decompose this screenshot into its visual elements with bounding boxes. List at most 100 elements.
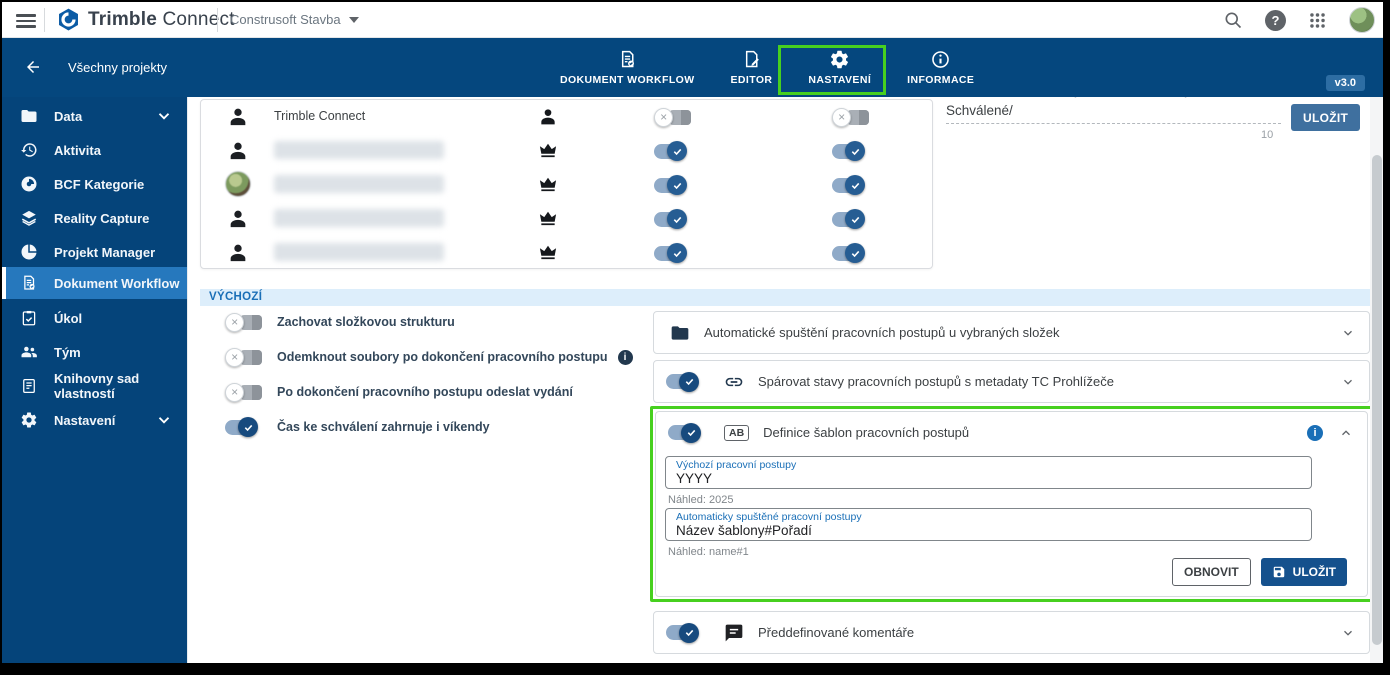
clipboard-check-icon [20,309,38,327]
chevron-down-icon [348,16,359,23]
save-button[interactable]: ULOŽIT [1260,558,1347,586]
comment-icon [724,623,744,643]
char-counter: 10 [1261,129,1274,141]
auto-started-workflows-field[interactable]: Automaticky spuštěné pracovní postupy Ná… [665,508,1312,541]
info-icon [932,51,950,68]
option-label: Zachovat složkovou strukturu [277,315,455,329]
panel-toggle[interactable] [666,371,708,392]
member-toggle-1[interactable] [654,175,696,195]
document-edit-icon [745,50,759,68]
user-role-icon [538,106,558,126]
tab-label: EDITOR [730,74,773,86]
divider [217,8,218,32]
member-toggle-2[interactable] [832,141,874,161]
info-icon[interactable]: i [1307,424,1323,441]
book-icon [20,377,38,395]
help-icon[interactable]: ? [1265,9,1286,31]
chevron-up-icon[interactable] [1339,426,1353,440]
sidebar-item-bcf-kategorie[interactable]: BCF Kategorie [2,168,187,200]
panel-toggle[interactable] [668,422,710,443]
option-toggle[interactable]: × [225,347,267,367]
sidebar-item-reality-capture[interactable]: Reality Capture [2,202,187,234]
project-name: Construsoft Stavba [230,12,341,27]
info-icon[interactable]: i [617,349,633,365]
sidebar-item-tym[interactable]: Tým [2,336,187,368]
member-toggle-1[interactable]: × [654,107,696,127]
option-label: Čas ke schválení zahrnuje i víkendy [277,420,490,434]
approved-folder-label: Složka, do které se ukládají schválené d… [946,97,1286,98]
member-toggle-1[interactable] [654,209,696,229]
tab-nastaveni[interactable]: NASTAVENÍ [790,38,889,97]
table-row [201,134,932,168]
approved-folder-input[interactable]: Schválené/ [946,103,1281,124]
sidebar-item-ukol[interactable]: Úkol [2,302,187,334]
person-icon [227,207,249,229]
project-selector[interactable]: Construsoft Stavba [230,12,359,27]
back-to-projects[interactable]: Všechny projekty [24,58,167,76]
user-avatar[interactable] [1349,7,1375,33]
layers-icon [20,209,38,227]
sidebar-item-knihovny[interactable]: Knihovny sad vlastností [2,370,187,402]
sidebar-item-nastaveni[interactable]: Nastavení [2,404,187,436]
sidebar-item-label: Aktivita [54,142,101,158]
panel-predefined-comments[interactable]: Předdefinované komentáře [653,611,1370,654]
member-name-redacted [274,141,444,159]
tab-dokument-workflow[interactable]: DOKUMENT WORKFLOW [542,38,713,97]
member-name-redacted [274,209,444,227]
option-toggle[interactable] [225,417,267,437]
panel-template-definitions: AB Definice šablon pracovních postupů i … [655,411,1368,597]
admin-crown-icon [538,242,558,262]
sidebar-item-projekt-manager[interactable]: Projekt Manager [2,236,187,268]
sidebar-item-data[interactable]: Data [2,100,187,132]
save-button-label: ULOŽIT [1292,565,1336,579]
main-content: Trimble Connect × × Schválené/ 10 ULOŽIT… [187,97,1383,663]
ab-badge-icon: AB [724,424,750,441]
app-window: Trimble Connect Construsoft Stavba ? Vše… [2,2,1383,663]
field-preview: Náhled: name#1 [668,546,749,558]
scrollbar[interactable] [1370,97,1383,663]
sidebar-item-aktivita[interactable]: Aktivita [2,134,187,166]
save-floppy-icon [1273,566,1284,578]
sidebar-item-label: Úkol [54,310,83,326]
folder-icon [20,107,38,125]
panel-title: Definice šablon pracovních postupů [763,425,970,440]
chevron-down-icon [155,411,173,429]
panel-auto-start-workflows[interactable]: Automatické spuštění pracovních postupů … [653,311,1370,354]
apps-grid-icon[interactable] [1308,11,1327,30]
people-icon [20,343,38,361]
option-toggle[interactable]: × [225,382,267,402]
member-toggle-2[interactable] [832,243,874,263]
chevron-down-icon[interactable] [1341,626,1355,640]
sidebar-item-label: Nastavení [54,412,116,428]
tab-label: INFORMACE [907,74,975,86]
person-icon [227,139,249,161]
scrollbar-thumb[interactable] [1371,155,1382,645]
sidebar-item-label: Dokument Workflow [54,275,180,291]
tab-editor[interactable]: EDITOR [713,38,791,97]
member-photo-avatar [225,171,251,197]
member-toggle-1[interactable] [654,141,696,161]
default-workflows-field[interactable]: Výchozí pracovní postupy YYYY [665,456,1312,489]
member-toggle-1[interactable] [654,243,696,263]
chevron-down-icon[interactable] [1341,326,1355,340]
search-icon[interactable] [1223,10,1243,30]
tab-informace[interactable]: INFORMACE [889,38,992,97]
sidebar-item-dokument-workflow[interactable]: Dokument Workflow [2,267,187,299]
reset-button[interactable]: OBNOVIT [1172,558,1251,586]
tab-bar: DOKUMENT WORKFLOW EDITOR NASTAVENÍ INFOR… [542,38,992,97]
chevron-down-icon[interactable] [1341,375,1355,389]
save-button-top[interactable]: ULOŽIT [1291,104,1361,131]
member-toggle-2[interactable]: × [832,107,874,127]
sidebar-item-label: Reality Capture [54,210,150,226]
panel-title: Automatické spuštění pracovních postupů … [704,325,1060,340]
panel-toggle[interactable] [666,622,708,643]
option-toggle[interactable]: × [225,312,267,332]
member-toggle-2[interactable] [832,209,874,229]
hamburger-menu-icon[interactable] [16,11,36,29]
sidebar-item-label: Tým [54,344,81,360]
back-arrow-icon [27,61,39,73]
trimble-connect-logo[interactable]: Trimble Connect [56,7,235,32]
back-label: Všechny projekty [68,59,167,75]
member-toggle-2[interactable] [832,175,874,195]
panel-pair-statuses[interactable]: Spárovat stavy pracovních postupů s meta… [653,360,1370,403]
